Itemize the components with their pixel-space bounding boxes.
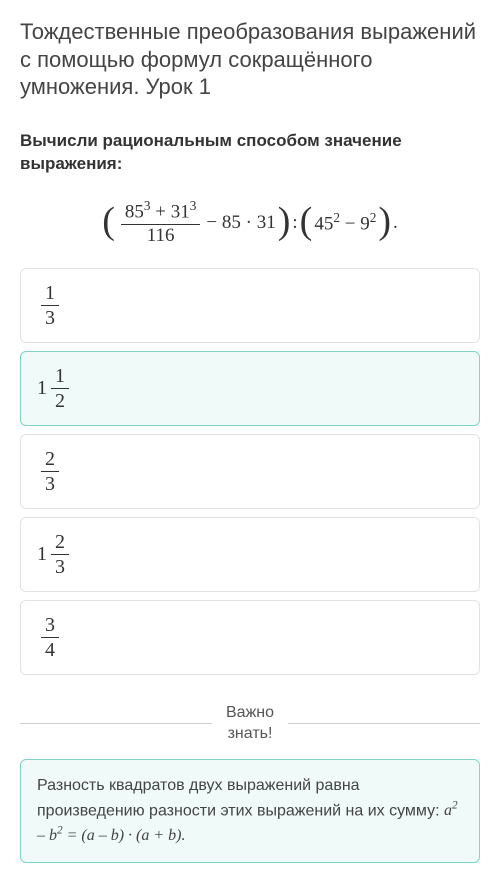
answer-options: 1 3 1 1 2 2 3 1 2 3 bbox=[20, 268, 480, 675]
fraction: 853 + 313 116 bbox=[121, 198, 201, 248]
option-3[interactable]: 2 3 bbox=[20, 434, 480, 509]
option-5[interactable]: 3 4 bbox=[20, 600, 480, 675]
page-title: Тождественные преобразования выражений с… bbox=[20, 18, 480, 101]
expression: ( 853 + 313 116 − 85 · 31 ) : ( 452 − 92… bbox=[20, 198, 480, 248]
divider-line-left bbox=[20, 723, 212, 724]
option-4[interactable]: 1 2 3 bbox=[20, 517, 480, 592]
problem-prompt: Вычисли рациональным способом значение в… bbox=[20, 129, 480, 177]
option-2[interactable]: 1 1 2 bbox=[20, 351, 480, 426]
option-1[interactable]: 1 3 bbox=[20, 268, 480, 343]
divider-line-right bbox=[288, 723, 480, 724]
divider: Важно знать! bbox=[20, 703, 480, 745]
divider-label: Важно знать! bbox=[226, 703, 274, 745]
info-box: Разность квадратов двух выражений равна … bbox=[20, 759, 480, 864]
